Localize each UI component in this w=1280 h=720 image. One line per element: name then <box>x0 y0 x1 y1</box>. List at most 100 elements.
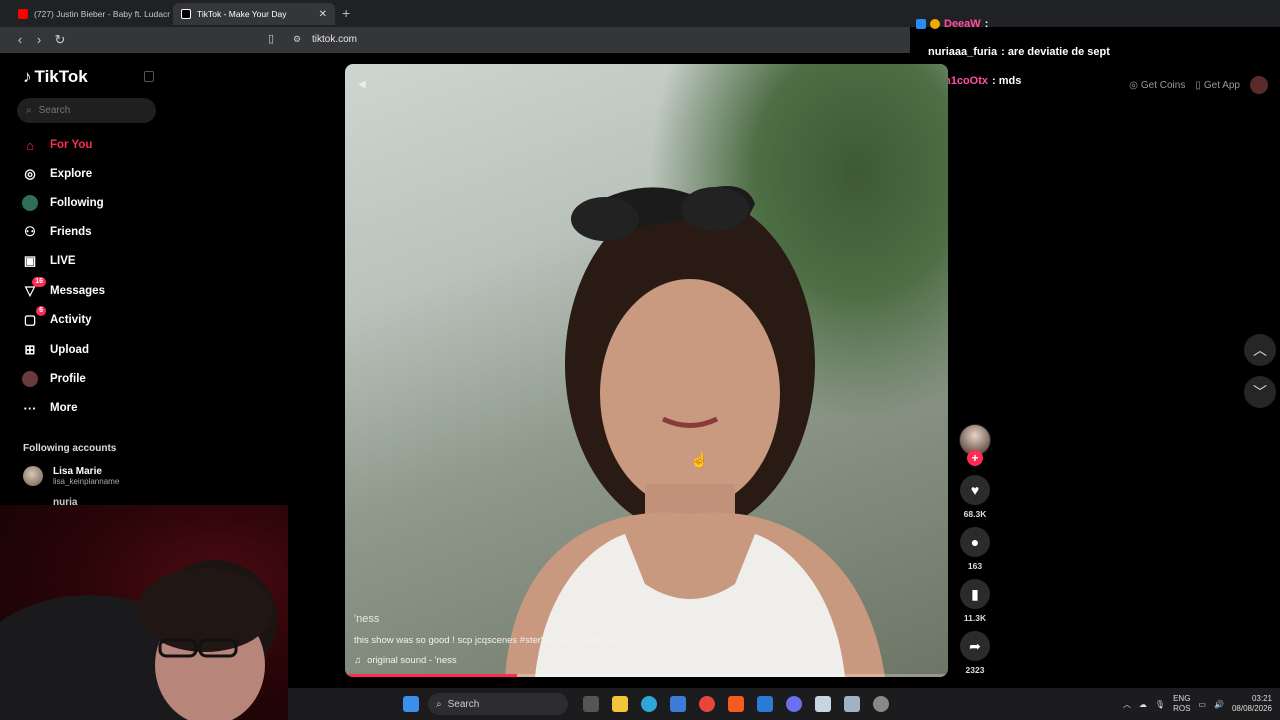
home-icon: ⌂ <box>26 137 34 153</box>
phone-icon: ▯ <box>1195 79 1201 91</box>
sidebar-item-label: Explore <box>50 168 93 180</box>
url-field[interactable]: tiktok.com <box>312 34 357 45</box>
search-placeholder: Search <box>38 105 71 116</box>
progress-fill <box>345 674 517 677</box>
save-count: 11.3K <box>963 613 987 623</box>
chat-warning-badge-icon <box>930 19 940 29</box>
lang-bottom: ROS <box>1173 704 1191 713</box>
sidebar-item-messages[interactable]: ▽ 16 Messages <box>22 277 105 301</box>
sidebar-item-label: Profile <box>50 373 86 385</box>
sidebar-item-explore[interactable]: ◎ Explore <box>22 164 92 184</box>
logo-text: TikTok <box>34 67 88 86</box>
save-button[interactable]: ▮ 11.3K <box>960 579 990 623</box>
compass-icon: ◎ <box>24 166 36 181</box>
chat-text: : are deviatie de sept <box>1001 46 1110 58</box>
sidebar-item-activity[interactable]: ▢ 6 Activity <box>22 306 92 330</box>
discord-icon[interactable] <box>786 696 802 712</box>
taskbar-search[interactable]: ⌕ Search <box>428 693 568 715</box>
chrome-icon[interactable] <box>699 696 715 712</box>
store-icon[interactable] <box>670 696 686 712</box>
sidebar-item-for-you[interactable]: ⌂ For You <box>22 135 92 155</box>
chat-text: : mds <box>992 75 1022 87</box>
follow-plus-icon[interactable]: + <box>967 450 983 466</box>
previous-video-button[interactable]: ︿ <box>1244 334 1276 366</box>
user-avatar[interactable] <box>1250 76 1268 94</box>
sidebar-item-upload[interactable]: ⊞ Upload <box>22 340 89 360</box>
like-count: 68.3K <box>963 509 987 519</box>
sidebar-item-friends[interactable]: ⚇ Friends <box>22 222 91 242</box>
close-tab-icon[interactable]: ✕ <box>319 9 327 20</box>
sidebar-item-label: Messages <box>50 285 105 297</box>
heart-icon: ♥ <box>960 475 990 505</box>
file-explorer-icon[interactable] <box>612 696 628 712</box>
system-tray: ︿ ☁ 🎙 ENG ROS ▭ 🔊 03:21 08/08/2026 <box>1123 688 1280 720</box>
get-app-button[interactable]: ▯ Get App <box>1195 80 1240 91</box>
sidebar-item-following[interactable]: Following <box>22 193 104 213</box>
video-sound[interactable]: ♫ original sound - 'ness <box>354 655 457 666</box>
tab-title: (727) Justin Bieber - Baby ft. Ludacris <box>34 9 170 19</box>
task-view-icon[interactable] <box>583 696 599 712</box>
collapse-sidebar-icon[interactable] <box>144 71 154 82</box>
following-avatar-icon <box>22 195 38 211</box>
sidebar-item-profile[interactable]: Profile <box>22 369 86 389</box>
steam-alt-icon[interactable] <box>844 696 860 712</box>
tab-tiktok[interactable]: TikTok - Make Your Day ✕ <box>173 3 335 25</box>
vscode-icon[interactable] <box>757 696 773 712</box>
live-icon: ▣ <box>23 253 37 268</box>
reload-icon[interactable]: ↻ <box>52 32 68 48</box>
forward-icon[interactable]: › <box>31 32 47 47</box>
next-video-button[interactable]: ﹀ <box>1244 376 1276 408</box>
get-app-label: Get App <box>1203 79 1240 91</box>
video-progress-bar[interactable] <box>345 674 948 677</box>
chat-message: DeeaW : <box>916 18 988 30</box>
chat-username: nuriaaa_furia <box>928 46 998 58</box>
account-handle: lisa_keinplanname <box>53 477 120 486</box>
sidebar-item-label: Activity <box>50 314 92 326</box>
sidebar-item-label: Upload <box>50 344 89 356</box>
volume-icon[interactable]: ◀ <box>358 79 366 90</box>
language-indicator[interactable]: ENG ROS <box>1173 694 1190 714</box>
windows-start-icon[interactable] <box>403 696 419 712</box>
messages-count-badge: 16 <box>32 277 46 287</box>
video-author[interactable]: 'ness <box>354 613 379 625</box>
edge-icon[interactable] <box>641 696 657 712</box>
mic-icon[interactable]: 🎙 <box>1155 700 1165 709</box>
steam-icon[interactable] <box>815 696 831 712</box>
back-icon[interactable]: ‹ <box>12 32 28 47</box>
tiktok-favicon-icon <box>181 9 191 19</box>
sidebar-item-more[interactable]: ··· More <box>22 398 78 418</box>
network-icon[interactable]: ☁ <box>1139 700 1147 709</box>
video-player[interactable]: ◀ 'ness this show was so good ! scp jcqs… <box>345 64 948 677</box>
tiktok-logo[interactable]: ♪ TikTok <box>23 67 88 87</box>
sidebar-item-label: Following <box>50 197 104 209</box>
sidebar-item-live[interactable]: ▣ LIVE <box>22 251 76 271</box>
get-coins-button[interactable]: ◎ Get Coins <box>1129 80 1185 91</box>
video-caption: this show was so good ! scp jcqscenes #s… <box>354 635 629 646</box>
display-icon[interactable]: ▭ <box>1198 700 1206 709</box>
speaker-icon[interactable]: 🔊 <box>1214 700 1224 709</box>
coin-icon: ◎ <box>1129 79 1138 91</box>
settings-icon[interactable] <box>873 696 889 712</box>
clock[interactable]: 03:21 08/08/2026 <box>1232 694 1272 714</box>
bookmark-icon[interactable]: ▯ <box>263 32 279 45</box>
share-button[interactable]: ➦ 2323 <box>960 631 990 675</box>
following-account[interactable]: Lisa Marie lisa_keinplanname <box>23 466 119 486</box>
like-button[interactable]: ♥ 68.3K <box>960 475 990 519</box>
comment-button[interactable]: ● 163 <box>960 527 990 571</box>
new-tab-button[interactable]: + <box>342 5 350 21</box>
stream-chat-overlay: DeeaW : nuriaaa_furia : are deviatie de … <box>910 0 1280 100</box>
tab-youtube[interactable]: (727) Justin Bieber - Baby ft. Ludacris <box>10 3 170 25</box>
share-icon: ➦ <box>960 631 990 661</box>
chat-message: nuriaaa_furia : are deviatie de sept <box>928 46 1110 58</box>
messages-icon: ▽ 16 <box>22 277 46 299</box>
youtube-favicon-icon <box>18 9 28 19</box>
address-bar: ‹ › ↻ ▯ ⚙ tiktok.com <box>0 27 910 53</box>
tray-chevron-icon[interactable]: ︿ <box>1123 699 1131 710</box>
search-input[interactable]: ⌕ Search <box>17 98 156 123</box>
chat-badge-icon <box>916 19 926 29</box>
windows-taskbar: ⌕ Search ︿ ☁ 🎙 ENG ROS ▭ 🔊 03:21 08/08/2… <box>288 688 1280 720</box>
account-name: Lisa Marie <box>53 466 102 477</box>
brave-icon[interactable] <box>728 696 744 712</box>
comment-icon: ● <box>960 527 990 557</box>
site-settings-icon[interactable]: ⚙ <box>289 34 305 45</box>
